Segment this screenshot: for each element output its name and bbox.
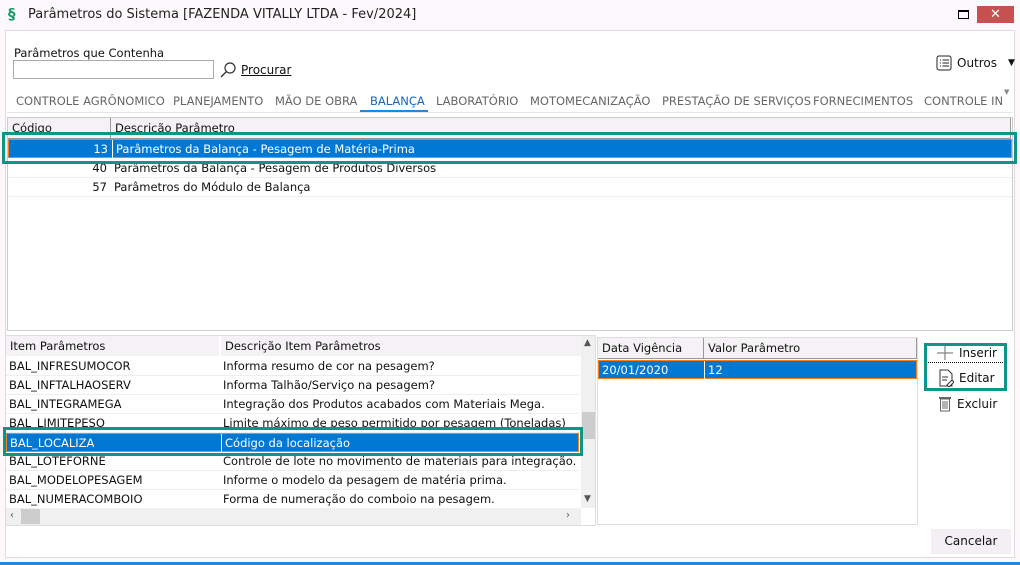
cell-date: 20/01/2020: [602, 363, 669, 377]
app-logo-icon: §: [8, 5, 16, 23]
tab-laboratorio[interactable]: LABORATÓRIO: [436, 94, 518, 108]
tab-prestacao-de-servicos[interactable]: PRESTAÇÃO DE SERVIÇOS: [662, 94, 811, 108]
edit-label: Editar: [959, 371, 995, 385]
tab-controle-ini[interactable]: CONTROLE INI: [924, 94, 1002, 108]
table-row[interactable]: 57 Parâmetros do Módulo de Balança: [8, 178, 1012, 197]
tabs-overflow-icon[interactable]: ▼: [1004, 88, 1009, 96]
column-header-data-vigencia[interactable]: Data Vigência: [598, 338, 704, 359]
search-button-label: Procurar: [241, 63, 292, 77]
horizontal-scrollbar[interactable]: ‹ ›: [6, 508, 581, 525]
tab-controle-agronomico[interactable]: CONTROLE AGRÔNOMICO: [16, 94, 165, 108]
delete-label: Excluir: [957, 396, 998, 411]
tabs-divider: [7, 112, 1012, 113]
scroll-left-icon[interactable]: ‹: [10, 510, 14, 521]
scroll-down-icon[interactable]: ▼: [584, 494, 591, 504]
cell-item: BAL_LOCALIZA: [10, 436, 95, 450]
search-icon: [220, 62, 236, 78]
tab-balanca[interactable]: BALANÇA: [370, 94, 425, 108]
tab-mao-de-obra[interactable]: MÃO DE OBRA: [275, 94, 357, 108]
cell-desc: Integração dos Produtos acabados com Mat…: [223, 397, 545, 411]
tab-fornecimentos[interactable]: FORNECIMENTOS: [813, 94, 913, 108]
cell-desc: Parâmetros do Módulo de Balança: [114, 180, 311, 194]
insert-label: Inserir: [959, 346, 997, 360]
window-title: Parâmetros do Sistema [FAZENDA VITALLY L…: [28, 7, 417, 22]
table-row[interactable]: 13 Parâmetros da Balança - Pesagem de Ma…: [8, 139, 1012, 158]
cell-code: 40: [92, 161, 107, 175]
edit-button[interactable]: Editar: [938, 369, 995, 387]
title-bar: § Parâmetros do Sistema [FAZENDA VITALLY…: [0, 0, 1020, 30]
cell-code: 13: [93, 142, 108, 156]
column-header-codigo[interactable]: Código: [8, 118, 111, 139]
table-row[interactable]: 20/01/2020 12: [598, 360, 917, 379]
list-icon: [936, 55, 952, 71]
close-button[interactable]: ✕: [977, 6, 1014, 23]
cell-item: BAL_INFRESUMOCOR: [9, 359, 131, 373]
cell-desc: Código da localização: [221, 434, 350, 452]
tab-planejamento[interactable]: PLANEJAMENTO: [173, 94, 263, 108]
cell-item: BAL_LIMITEPESO: [9, 416, 105, 430]
cell-item: BAL_NUMERACOMBOIO: [9, 492, 143, 506]
delete-button[interactable]: Excluir: [938, 395, 997, 412]
scroll-up-icon[interactable]: ▲: [584, 338, 591, 348]
vertical-scrollbar[interactable]: ▲ ▼: [581, 336, 595, 508]
cancel-button[interactable]: Cancelar: [931, 529, 1011, 554]
chevron-down-icon: ▼: [1008, 58, 1015, 68]
values-grid: Data Vigência Valor Parâmetro 20/01/2020…: [597, 337, 918, 525]
outros-label: Outros: [957, 56, 998, 70]
cell-item: BAL_LOTEFORNE: [9, 454, 106, 468]
column-header-valor[interactable]: Valor Parâmetro: [704, 338, 917, 359]
table-row[interactable]: BAL_INFTALHAOSERV Informa Talhão/Serviço …: [6, 376, 579, 395]
tab-motomecanizacao[interactable]: MOTOMECANIZAÇÃO: [530, 94, 650, 108]
search-button[interactable]: Procurar: [220, 62, 291, 78]
cell-item: BAL_INTEGRAMEGA: [9, 397, 122, 411]
cell-desc: Limite máximo de peso permitido por pesa…: [223, 416, 566, 430]
column-header-descricao[interactable]: Descrição Parâmetro: [111, 118, 1011, 139]
maximize-icon: [957, 10, 969, 19]
table-row[interactable]: BAL_INFRESUMOCOR Informa resumo de cor na…: [6, 357, 579, 376]
table-row[interactable]: BAL_INTEGRAMEGA Integração dos Produtos a…: [6, 395, 579, 414]
focus-divider: [928, 362, 1003, 363]
scroll-thumb[interactable]: [582, 412, 595, 439]
scroll-right-icon[interactable]: ›: [566, 510, 570, 521]
cell-desc: Parâmetros da Balança - Pesagem de Produ…: [114, 161, 437, 175]
cell-desc: Forma de numeração do comboio na pesagem…: [223, 492, 495, 506]
column-header-item[interactable]: Item Parâmetros: [6, 336, 221, 356]
cell-desc: Controle de lote no movimento de materia…: [223, 454, 577, 468]
search-input[interactable]: [13, 60, 214, 79]
table-row[interactable]: BAL_NUMERACOMBOIO Forma de numeração do c…: [6, 490, 579, 509]
cell-desc: Informa resumo de cor na pesagem?: [223, 359, 435, 373]
table-row[interactable]: BAL_LIMITEPESO Limite máximo de peso perm…: [6, 414, 579, 433]
trash-icon: [939, 397, 951, 412]
cell-desc: Informe o modelo da pesagem de matéria p…: [223, 473, 507, 487]
cell-value: 12: [704, 361, 723, 379]
table-row[interactable]: 40 Parâmetros da Balança - Pesagem de Pr…: [8, 159, 1012, 178]
cell-desc: Informa Talhão/Serviço na pesagem?: [223, 378, 436, 392]
insert-button[interactable]: Inserir: [936, 345, 997, 361]
table-row[interactable]: BAL_MODELOPESAGEM Informe o modelo da pes…: [6, 471, 579, 490]
cell-code: 57: [92, 180, 107, 194]
outros-menu[interactable]: Outros ▼: [936, 55, 1015, 71]
cell-desc: Parâmetros da Balança - Pesagem de Matér…: [112, 140, 415, 158]
plus-icon: [937, 346, 953, 360]
table-row[interactable]: BAL_LOCALIZA Código da localização: [6, 433, 579, 452]
column-header-item-desc[interactable]: Descrição Item Parâmetros: [221, 336, 581, 356]
maximize-button[interactable]: [953, 6, 973, 23]
cell-item: BAL_MODELOPESAGEM: [9, 473, 143, 487]
hscroll-thumb[interactable]: [21, 509, 40, 524]
cell-item: BAL_INFTALHAOSERV: [9, 378, 131, 392]
items-grid: Item Parâmetros Descrição Item Parâmetro…: [5, 335, 596, 526]
table-row[interactable]: BAL_LOTEFORNE Controle de lote no movimen…: [6, 452, 579, 471]
search-label: Parâmetros que Contenha: [14, 46, 165, 60]
edit-document-icon: [939, 369, 954, 387]
params-grid: Código Descrição Parâmetro 13 Parâmetros…: [7, 117, 1013, 331]
